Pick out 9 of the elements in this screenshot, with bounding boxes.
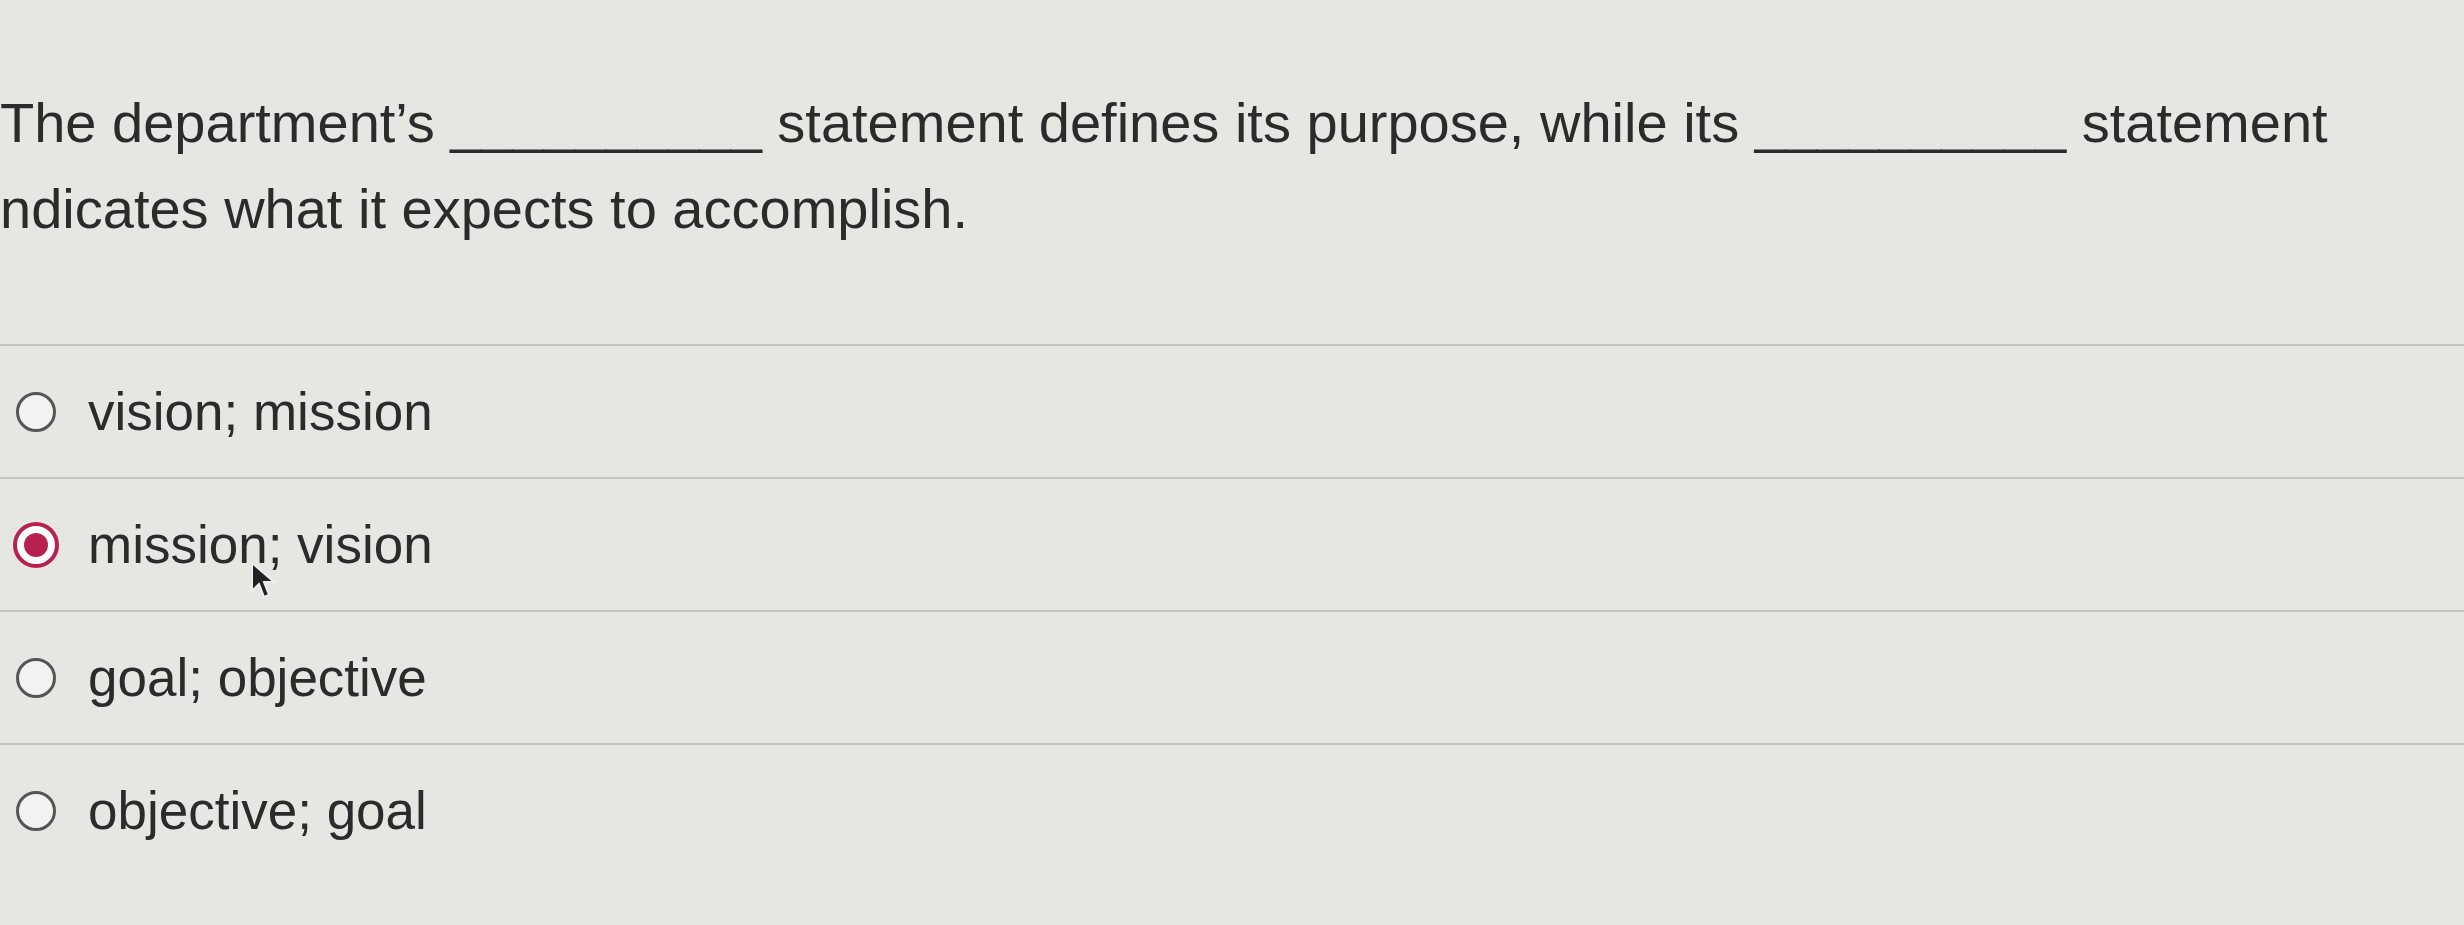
answer-option[interactable]: objective; goal [0,780,427,841]
radio-button[interactable] [16,790,56,831]
question-text: The department’s __________ statement defines its purpose, while its __________ statement ndicates what it expects to accomplish. [0,90,2329,242]
answer-option[interactable]: goal; objective [0,647,427,708]
radio-button[interactable] [16,657,56,698]
answer-option[interactable]: mission; vision [0,514,433,575]
answer-option[interactable]: vision; mission [0,381,433,442]
radio-button[interactable] [13,521,59,568]
radio-button[interactable] [16,391,56,432]
